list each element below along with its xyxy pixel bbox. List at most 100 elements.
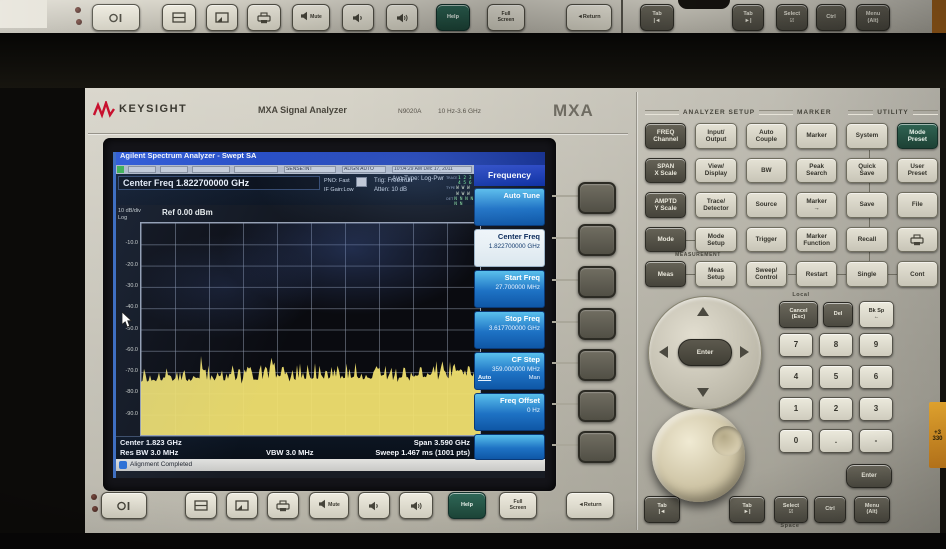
select-button-top[interactable]: Select ☑	[776, 4, 808, 31]
ctrl-button[interactable]: Ctrl	[814, 496, 846, 523]
print-button-top[interactable]	[247, 4, 281, 31]
key-8[interactable]: 8	[819, 333, 853, 357]
speaker-low-icon	[368, 501, 380, 511]
help-button-top[interactable]: Help	[436, 4, 470, 31]
enter-button[interactable]: Enter	[846, 464, 892, 488]
backspace-button[interactable]: Bk Sp ←	[859, 301, 894, 328]
power-button[interactable]	[101, 492, 147, 519]
key-3[interactable]: 3	[859, 397, 893, 421]
view-display-button[interactable]: View/Display	[695, 158, 736, 184]
window-split-button[interactable]	[185, 492, 217, 519]
arrow-left-icon[interactable]	[659, 346, 668, 358]
arrow-right-icon[interactable]	[740, 346, 749, 358]
key-decimal[interactable]: .	[819, 429, 853, 453]
tab-right-button-top[interactable]: Tab ►|	[732, 4, 764, 31]
hardware-softkey-4[interactable]	[578, 308, 616, 340]
source-button[interactable]: Source	[746, 192, 787, 218]
span-x-scale-button[interactable]: SPANX Scale	[645, 158, 686, 184]
select-button[interactable]: Select ☑	[774, 496, 808, 523]
hardware-softkey-3[interactable]	[578, 266, 616, 298]
tab-left-button-top[interactable]: Tab |◄	[640, 4, 674, 31]
meas-button[interactable]: Meas	[645, 261, 686, 287]
hardware-softkey-1[interactable]	[578, 182, 616, 214]
tab-left-button[interactable]: Tab |◄	[644, 496, 680, 523]
hardware-softkey-6[interactable]	[578, 390, 616, 422]
marker-function-button[interactable]: MarkerFunction	[796, 227, 837, 253]
hardware-softkey-2[interactable]	[578, 224, 616, 256]
single-button[interactable]: Single	[846, 261, 887, 287]
help-button[interactable]: Help	[448, 492, 486, 519]
window-split-button-top[interactable]	[162, 4, 196, 31]
print-screen-button[interactable]	[267, 492, 299, 519]
rpg-knob[interactable]	[652, 409, 745, 502]
quick-save-button[interactable]: QuickSave	[846, 158, 887, 184]
marker-button[interactable]: Marker→	[796, 192, 837, 218]
nav-enter-button[interactable]: Enter	[678, 339, 732, 366]
mute-button[interactable]: Mute	[309, 492, 349, 519]
cancel-esc-button[interactable]: Cancel (Esc)	[779, 301, 818, 328]
trigger-button[interactable]: Trigger	[746, 227, 787, 253]
file-button[interactable]: File	[897, 192, 938, 218]
system-button[interactable]: System	[846, 123, 887, 149]
window-resize-button-top[interactable]	[206, 4, 238, 31]
freq-channel-button[interactable]: FREQChannel	[645, 123, 686, 149]
softkey-freq-offset[interactable]: Freq Offset0 Hz	[474, 393, 545, 431]
restart-button[interactable]: Restart	[796, 261, 837, 287]
button-label: Sweep/	[755, 267, 777, 274]
softkey-stop-freq[interactable]: Stop Freq3.617700000 GHz	[474, 311, 545, 349]
bw-button[interactable]: BW	[746, 158, 787, 184]
button-label: BW	[761, 167, 772, 174]
user-preset-button[interactable]: UserPreset	[897, 158, 938, 184]
key-7[interactable]: 7	[779, 333, 813, 357]
trace-detector-button[interactable]: Trace/Detector	[695, 192, 736, 218]
softkey-auto-tune[interactable]: Auto Tune	[474, 188, 545, 226]
window-resize-button[interactable]	[226, 492, 258, 519]
hardware-softkey-5[interactable]	[578, 349, 616, 381]
key-4[interactable]: 4	[779, 365, 813, 389]
menu-alt-button[interactable]: Menu (Alt)	[854, 496, 890, 523]
menu-alt-button-top[interactable]: Menu (Alt)	[856, 4, 890, 31]
softkey-connector	[552, 321, 578, 323]
cont-button[interactable]: Cont	[897, 261, 938, 287]
key-2[interactable]: 2	[819, 397, 853, 421]
softkey-center-freq[interactable]: Center Freq1.822700000 GHz	[474, 229, 545, 267]
full-screen-button-top[interactable]: Full Screen	[487, 4, 525, 31]
softkey-cf-step[interactable]: CF Step359.000000 MHzAutoMan	[474, 352, 545, 390]
mute-button-top[interactable]: Mute	[292, 4, 330, 31]
mode-preset-button[interactable]: ModePreset	[897, 123, 938, 149]
power-button-top[interactable]	[92, 4, 140, 31]
arrow-up-icon[interactable]	[697, 307, 709, 316]
key-5[interactable]: 5	[819, 365, 853, 389]
key-9[interactable]: 9	[859, 333, 893, 357]
mode-setup-button[interactable]: ModeSetup	[695, 227, 736, 253]
hardware-softkey-7[interactable]	[578, 431, 616, 463]
recall-button[interactable]: Recall	[846, 227, 887, 253]
key-0[interactable]: 0	[779, 429, 813, 453]
save-button[interactable]: Save	[846, 192, 887, 218]
key-minus[interactable]: -	[859, 429, 893, 453]
peak-search-button[interactable]: PeakSearch	[796, 158, 837, 184]
volume-down-button[interactable]	[358, 492, 390, 519]
softkey-start-freq[interactable]: Start Freq27.700000 MHz	[474, 270, 545, 308]
key-6[interactable]: 6	[859, 365, 893, 389]
return-button-top[interactable]: ◄Return	[566, 4, 612, 31]
input-output-button[interactable]: Input/Output	[695, 123, 736, 149]
key-1[interactable]: 1	[779, 397, 813, 421]
volume-up-button-top[interactable]	[386, 4, 418, 31]
meas-setup-button[interactable]: MeasSetup	[695, 261, 736, 287]
delete-button[interactable]: Del	[823, 302, 853, 327]
volume-down-button-top[interactable]	[342, 4, 374, 31]
sweep-control-button[interactable]: Sweep/Control	[746, 261, 787, 287]
arrow-down-icon[interactable]	[697, 388, 709, 397]
return-button[interactable]: ◄Return	[566, 492, 614, 519]
atten-readout: Atten: 10 dB	[374, 187, 407, 194]
ctrl-button-top[interactable]: Ctrl	[816, 4, 846, 31]
tab-right-button[interactable]: Tab ►|	[729, 496, 765, 523]
amptd-y-scale-button[interactable]: AMPTDY Scale	[645, 192, 686, 218]
volume-up-button[interactable]	[399, 492, 433, 519]
auto-couple-button[interactable]: AutoCouple	[746, 123, 787, 149]
full-screen-button[interactable]: Full Screen	[499, 492, 537, 519]
print-button[interactable]	[897, 227, 938, 253]
marker-button[interactable]: Marker	[796, 123, 837, 149]
mode-button[interactable]: Mode	[645, 227, 686, 253]
